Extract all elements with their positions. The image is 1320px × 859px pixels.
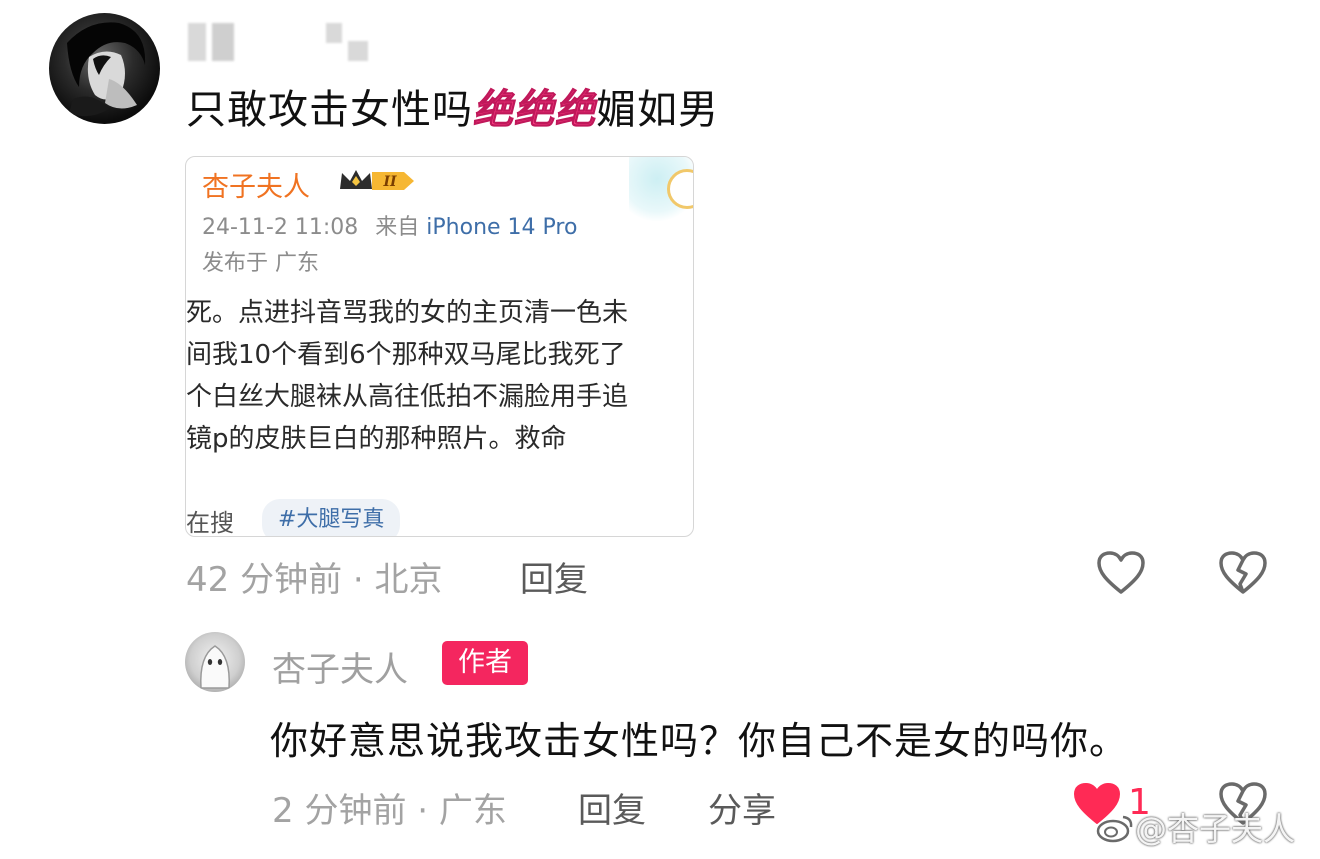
watermark-text: @杏子夫人 — [1135, 810, 1296, 848]
quoted-time: 24-11-2 11:08 — [202, 215, 359, 240]
published-location: 发布于 广东 — [202, 251, 319, 276]
quoted-line: 个白丝大腿袜从高往低拍不漏脸用手追 — [186, 382, 629, 412]
avatar-image — [67, 22, 146, 117]
search-label: 在搜 — [186, 509, 234, 537]
quoted-body: 死。点进抖音骂我的女的主页清一色未 间我10个看到6个那种双马尾比我死了 个白丝… — [186, 292, 693, 460]
dislike-broken-heart-icon[interactable] — [1218, 550, 1268, 596]
commenter-avatar[interactable] — [49, 13, 160, 124]
comment-reply-button[interactable]: 回复 — [520, 552, 588, 601]
level-badge: II — [382, 174, 397, 190]
emphasis-char: 绝 — [514, 87, 555, 134]
emphasis-char: 绝 — [555, 87, 596, 134]
commenter-name-blurred[interactable] — [188, 22, 368, 62]
quoted-timestamp: 24-11-2 11:08 来自 iPhone 14 Pro — [202, 209, 577, 241]
comment-text: 只敢攻击女性吗绝绝绝媚如男 — [186, 80, 719, 140]
quoted-post-image[interactable]: 杏子夫人 II 24-11-2 11:08 来自 iPhone 14 Pro 发… — [185, 156, 694, 537]
reply-share-button[interactable]: 分享 — [708, 783, 776, 832]
quoted-username: 杏子夫人 — [202, 172, 310, 203]
like-heart-icon[interactable] — [1096, 550, 1146, 596]
quoted-line: 死。点进抖音骂我的女的主页清一色未 — [186, 298, 629, 328]
comment-text-before: 只敢攻击女性吗 — [186, 87, 473, 133]
hashtag-chip: #大腿写真 — [262, 499, 401, 536]
quoted-line: 镜p的皮肤巨白的那种照片。救命 — [186, 424, 567, 454]
from-label: 来自 — [375, 215, 420, 240]
comment-time-location: 42 分钟前 · 北京 — [186, 560, 443, 600]
quoted-line: 间我10个看到6个那种双马尾比我死了 — [186, 340, 626, 370]
ghost-avatar-image — [200, 645, 230, 689]
weibo-logo-icon — [1096, 815, 1133, 843]
reply-avatar[interactable] — [185, 632, 245, 692]
device-name: iPhone 14 Pro — [426, 215, 578, 240]
reply-username[interactable]: 杏子夫人 — [272, 642, 408, 691]
comment-text-after: 媚如男 — [596, 87, 719, 133]
reply-reply-button[interactable]: 回复 — [578, 783, 646, 832]
vip-crown-icon: II — [340, 170, 414, 190]
reply-text: 你好意思说我攻击女性吗？你自己不是女的吗你。 — [270, 719, 1129, 763]
watermark: @杏子夫人 — [1095, 804, 1295, 850]
emphasis-char: 绝 — [473, 87, 514, 134]
author-badge: 作者 — [442, 641, 528, 685]
reply-time-location: 2 分钟前 · 广东 — [272, 791, 507, 831]
